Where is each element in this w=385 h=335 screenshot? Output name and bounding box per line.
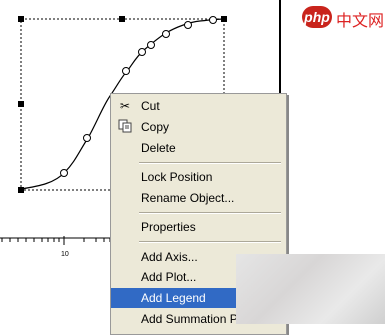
scissors-icon: ✂ — [119, 99, 131, 113]
menu-separator — [139, 241, 281, 243]
selection-handle[interactable] — [18, 187, 24, 193]
selection-handle[interactable] — [18, 101, 24, 107]
menu-item-lock-position[interactable]: Lock Position — [111, 167, 286, 187]
x-tick-label: 10 — [61, 251, 69, 258]
menu-item-properties[interactable]: Properties — [111, 217, 286, 237]
menu-item-label: Add Plot... — [141, 270, 197, 284]
selection-handle[interactable] — [18, 16, 24, 22]
copy-icon — [117, 119, 133, 135]
menu-separator — [139, 212, 281, 214]
menu-item-label: Delete — [141, 141, 176, 155]
x-axis: 10 — [0, 236, 112, 258]
menu-item-label: Rename Object... — [141, 191, 235, 205]
menu-item-label: Properties — [141, 220, 196, 234]
data-point-marker — [138, 48, 146, 56]
data-point-marker — [60, 169, 68, 177]
menu-item-cut[interactable]: ✂ Cut — [111, 96, 286, 116]
data-point-marker — [122, 67, 130, 75]
menu-item-delete[interactable]: Delete — [111, 138, 286, 158]
logo-php-badge: php — [302, 6, 332, 28]
menu-item-label: Add Legend — [141, 291, 206, 305]
data-point-marker — [83, 134, 91, 142]
menu-item-label: Add Summation P — [141, 312, 238, 326]
blurred-overlay — [236, 254, 385, 324]
logo-site-name: 中文网 — [336, 11, 385, 30]
selection-handle[interactable] — [119, 16, 125, 22]
menu-item-copy[interactable]: Copy — [111, 117, 286, 137]
menu-item-label: Copy — [141, 120, 170, 134]
data-point-marker — [209, 16, 217, 24]
data-point-marker — [162, 30, 170, 38]
data-point-marker — [147, 41, 155, 49]
menu-separator — [139, 162, 281, 164]
menu-item-label: Add Axis... — [141, 250, 198, 264]
menu-item-label: Cut — [141, 99, 160, 113]
watermark-logo: php 中文网 — [302, 4, 384, 32]
menu-item-label: Lock Position — [141, 170, 213, 184]
menu-item-rename-object[interactable]: Rename Object... — [111, 188, 286, 208]
data-point-marker — [184, 21, 192, 29]
